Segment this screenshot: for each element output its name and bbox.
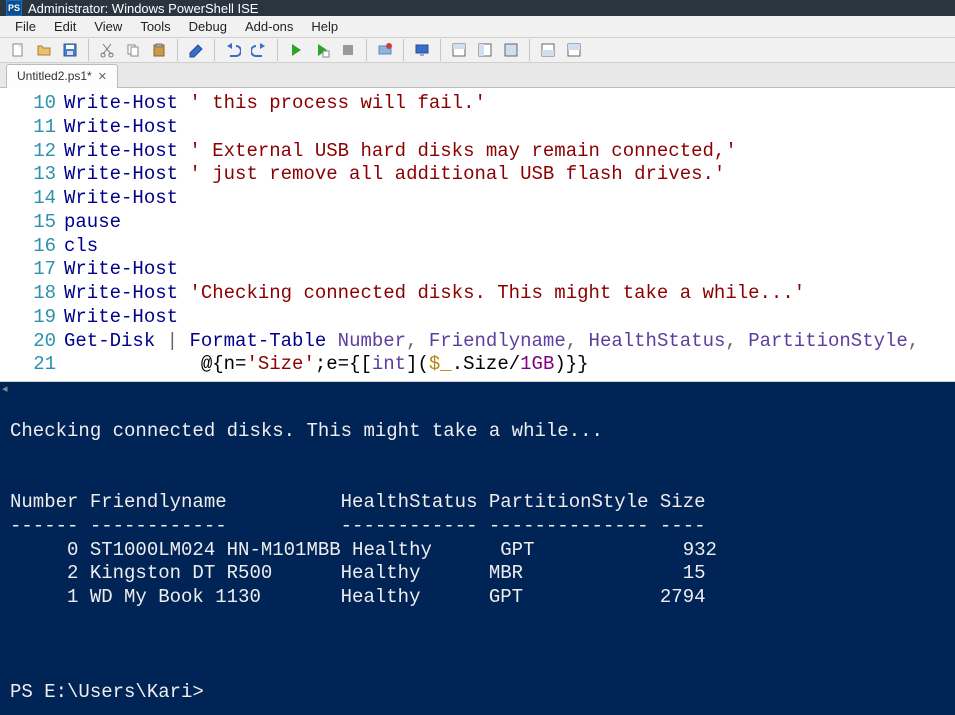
code-line[interactable]: 20Get-Disk | Format-Table Number, Friend… [0,330,955,354]
code-text: cls [64,235,98,259]
menubar: File Edit View Tools Debug Add-ons Help [0,16,955,38]
code-text: Write-Host [64,258,178,282]
code-line[interactable]: 10Write-Host ' this process will fail.' [0,92,955,116]
remote-button[interactable] [410,38,434,62]
code-line[interactable]: 15pause [0,211,955,235]
code-line[interactable]: 18Write-Host 'Checking connected disks. … [0,282,955,306]
menu-tools[interactable]: Tools [131,16,179,37]
line-number: 20 [0,330,64,354]
new-button[interactable] [6,38,30,62]
window-title: Administrator: Windows PowerShell ISE [28,1,258,16]
line-number: 11 [0,116,64,140]
line-number: 14 [0,187,64,211]
code-line[interactable]: 17Write-Host [0,258,955,282]
menu-debug[interactable]: Debug [180,16,236,37]
code-text: Write-Host ' External USB hard disks may… [64,140,737,164]
paste-button[interactable] [147,38,171,62]
cut-button[interactable] [95,38,119,62]
break-button[interactable] [373,38,397,62]
run-button[interactable] [284,38,308,62]
line-number: 12 [0,140,64,164]
line-number: 21 [0,353,64,377]
line-number: 18 [0,282,64,306]
code-text: Write-Host ' this process will fail.' [64,92,486,116]
open-button[interactable] [32,38,56,62]
code-text: @{n='Size';e={[int]($_.Size/1GB)}} [64,353,589,377]
line-number: 16 [0,235,64,259]
save-button[interactable] [58,38,82,62]
close-tab-icon[interactable]: ✕ [98,70,107,83]
console-pane[interactable]: Checking connected disks. This might tak… [0,382,955,715]
code-line[interactable]: 14Write-Host [0,187,955,211]
tab-untitled2[interactable]: Untitled2.ps1* ✕ [6,64,118,88]
toolbar [0,38,955,63]
code-text: pause [64,211,121,235]
copy-button[interactable] [121,38,145,62]
powershell-icon: PS [6,0,22,16]
line-number: 15 [0,211,64,235]
pane-b-button[interactable] [473,38,497,62]
code-line[interactable]: 11Write-Host [0,116,955,140]
line-number: 17 [0,258,64,282]
undo-button[interactable] [221,38,245,62]
menu-edit[interactable]: Edit [45,16,85,37]
pane-e-button[interactable] [562,38,586,62]
titlebar: PS Administrator: Windows PowerShell ISE [0,0,955,16]
code-line[interactable]: 12Write-Host ' External USB hard disks m… [0,140,955,164]
tab-label: Untitled2.ps1* [17,69,92,83]
line-number: 19 [0,306,64,330]
menu-file[interactable]: File [6,16,45,37]
line-number: 10 [0,92,64,116]
code-text: Write-Host [64,116,178,140]
code-text: Write-Host 'Checking connected disks. Th… [64,282,805,306]
code-text: Write-Host [64,187,178,211]
menu-view[interactable]: View [85,16,131,37]
code-line[interactable]: 16cls [0,235,955,259]
code-line[interactable]: 13Write-Host ' just remove all additiona… [0,163,955,187]
stop-button[interactable] [336,38,360,62]
menu-help[interactable]: Help [302,16,347,37]
code-text: Get-Disk | Format-Table Number, Friendly… [64,330,919,354]
script-editor[interactable]: 10Write-Host ' this process will fail.'1… [0,88,955,381]
clear-button[interactable] [184,38,208,62]
redo-button[interactable] [247,38,271,62]
run-selection-button[interactable] [310,38,334,62]
tab-strip: Untitled2.ps1* ✕ [0,63,955,88]
code-text: Write-Host ' just remove all additional … [64,163,725,187]
pane-c-button[interactable] [499,38,523,62]
code-line[interactable]: 21 @{n='Size';e={[int]($_.Size/1GB)}} [0,353,955,377]
pane-d-button[interactable] [536,38,560,62]
code-line[interactable]: 19Write-Host [0,306,955,330]
pane-a-button[interactable] [447,38,471,62]
code-text: Write-Host [64,306,178,330]
menu-addons[interactable]: Add-ons [236,16,302,37]
editor-scrollbar[interactable]: ◂ [0,381,955,382]
line-number: 13 [0,163,64,187]
